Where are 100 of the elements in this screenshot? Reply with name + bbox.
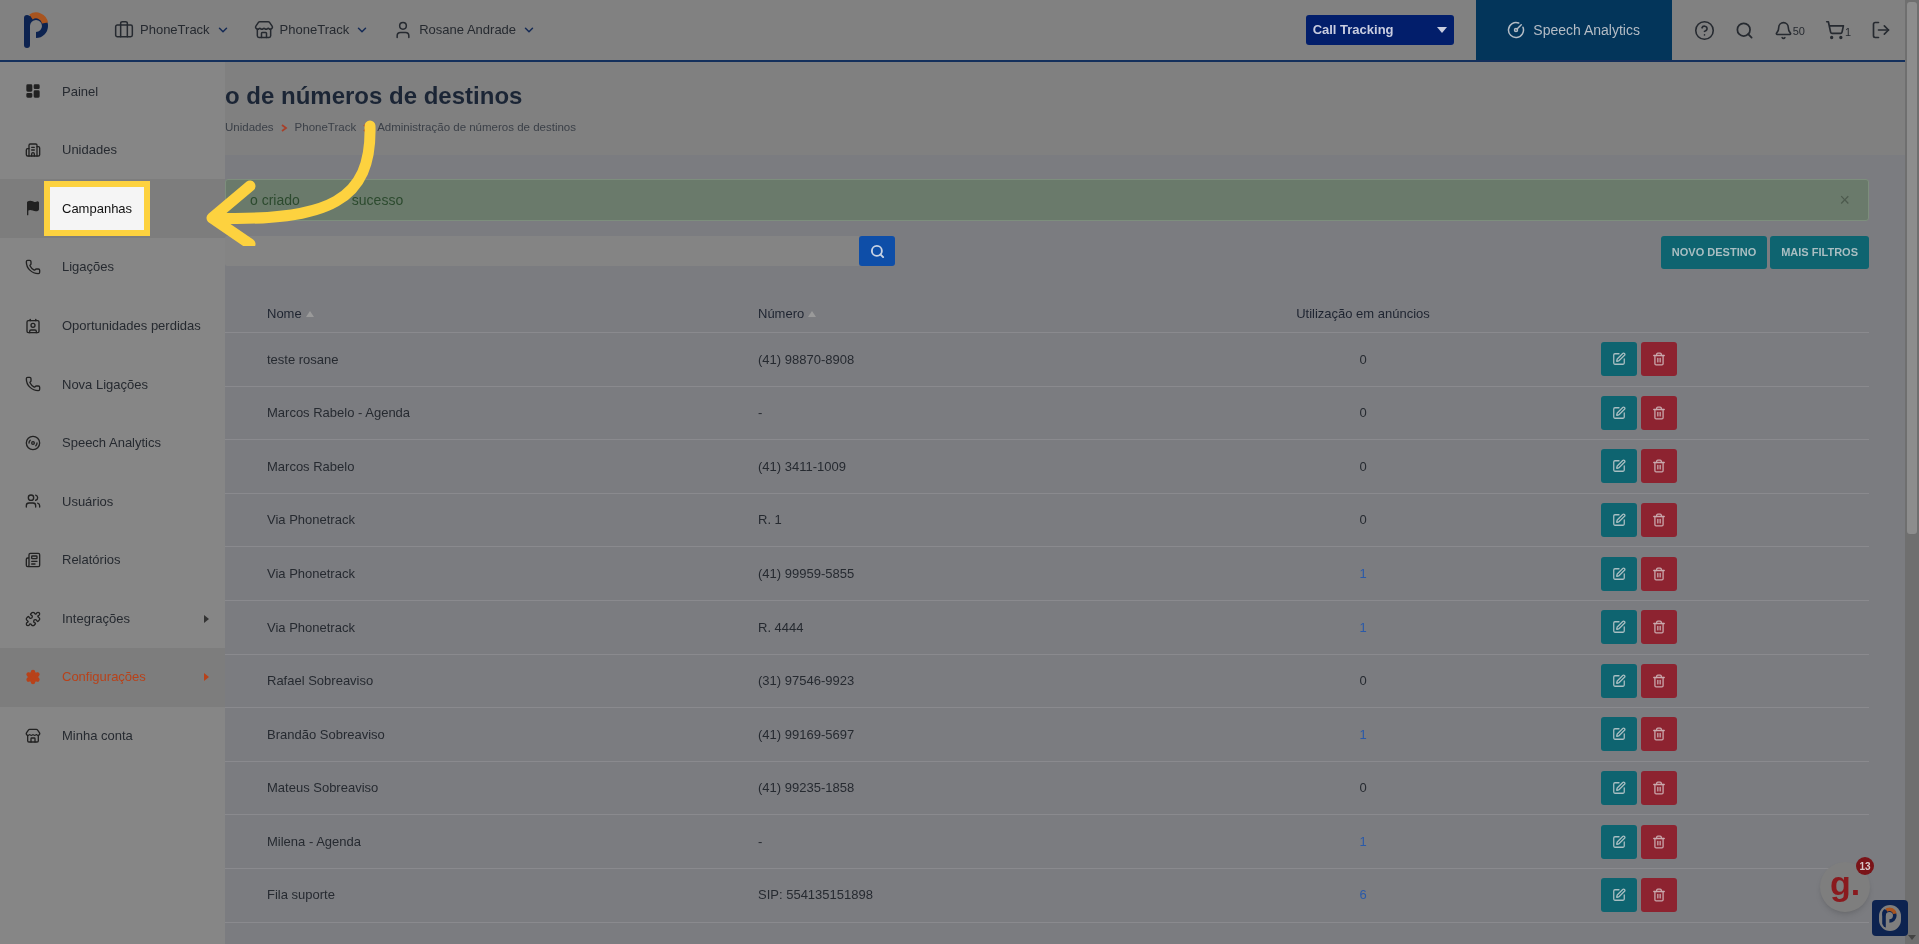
nav-dropdown[interactable]: Rosane Andrade — [393, 20, 537, 40]
nav-dropdown[interactable]: PhoneTrack — [114, 20, 230, 40]
table-cell-text: - — [758, 832, 764, 851]
search-field[interactable] — [225, 236, 859, 266]
column-header[interactable]: Nome — [225, 303, 758, 324]
product-select[interactable]: Call Tracking — [1305, 15, 1454, 45]
caret-icon — [1436, 27, 1447, 33]
edit-button[interactable] — [1601, 878, 1637, 913]
edit-button[interactable] — [1601, 610, 1637, 645]
pencil-icon — [1612, 566, 1626, 581]
pencil-icon — [1612, 513, 1626, 528]
trash-icon — [1652, 727, 1666, 742]
sidebar-item[interactable]: Minha conta — [0, 706, 225, 766]
pencil-icon — [1612, 834, 1626, 849]
trash-icon — [1652, 566, 1666, 581]
breadcrumb-link[interactable]: PhoneTrack — [294, 119, 357, 137]
delete-button[interactable] — [1641, 717, 1677, 752]
edit-button[interactable] — [1601, 395, 1637, 430]
action-button[interactable]: MAIS FILTROS — [1770, 236, 1869, 269]
table-cell-text: Via Phonetrack — [266, 618, 356, 637]
notifications-button[interactable]: 50 — [1773, 20, 1805, 40]
sidebar-item[interactable]: Ligações — [0, 237, 225, 297]
edit-button[interactable] — [1601, 663, 1637, 698]
gauge-icon — [1507, 21, 1526, 39]
breadcrumb-link[interactable]: Unidades — [225, 119, 274, 137]
notification-badge: 13 — [1856, 857, 1874, 875]
table-cell-text: 0 — [1359, 404, 1367, 423]
delete-button[interactable] — [1641, 663, 1677, 698]
caret-right-icon — [204, 673, 209, 682]
scrollbar-thumb[interactable] — [1907, 2, 1917, 534]
scroll-down-icon[interactable] — [1908, 935, 1916, 940]
edit-button[interactable] — [1601, 771, 1637, 806]
edit-button[interactable] — [1601, 503, 1637, 538]
puzzle-icon — [25, 610, 41, 627]
search-button[interactable] — [859, 236, 895, 266]
cart-icon — [1824, 20, 1845, 40]
edit-button[interactable] — [1601, 824, 1637, 859]
sidebar-item[interactable]: Integrações — [0, 589, 225, 648]
action-button[interactable]: NOVO DESTINO — [1660, 236, 1768, 269]
search-button[interactable] — [1734, 20, 1754, 40]
flag-icon — [25, 200, 41, 217]
phone-icon — [25, 259, 41, 276]
search-icon — [869, 243, 885, 259]
edit-button[interactable] — [1601, 342, 1637, 377]
chevron-right-icon — [280, 123, 288, 132]
trash-icon — [1652, 834, 1666, 849]
trash-icon — [1652, 781, 1666, 796]
sidebar-item[interactable]: Oportunidades perdidas — [0, 296, 225, 355]
edit-button[interactable] — [1601, 717, 1637, 752]
logout-button[interactable] — [1871, 20, 1891, 40]
column-header[interactable]: Número — [758, 303, 1158, 324]
pencil-icon — [1612, 405, 1626, 420]
table-cell-text: 0 — [1359, 511, 1367, 530]
delete-button[interactable] — [1641, 610, 1677, 645]
speech-analytics-button[interactable]: Speech Analytics — [1475, 0, 1672, 60]
edit-button[interactable] — [1601, 449, 1637, 484]
help-icon — [1693, 19, 1715, 41]
table-cell-text: Via Phonetrack — [266, 511, 356, 530]
cart-button[interactable]: 1 — [1824, 20, 1851, 40]
sidebar-item[interactable]: Usuários — [0, 472, 225, 531]
help-button[interactable] — [1693, 19, 1715, 41]
sidebar-item[interactable]: Painel — [0, 62, 225, 121]
building-icon — [25, 141, 41, 158]
sidebar-item[interactable]: Relatórios — [0, 530, 225, 590]
bell-icon — [1773, 20, 1793, 40]
delete-button[interactable] — [1641, 771, 1677, 806]
sidebar-item[interactable]: Unidades — [0, 120, 225, 180]
edit-button[interactable] — [1601, 556, 1637, 591]
store-icon — [253, 20, 274, 40]
delete-button[interactable] — [1641, 342, 1677, 377]
sidebar-item[interactable]: Speech Analytics — [0, 413, 225, 473]
newspaper-icon — [25, 552, 41, 569]
delete-button[interactable] — [1641, 395, 1677, 430]
table-cell-text: R. 4444 — [758, 618, 805, 637]
pencil-icon — [1612, 459, 1626, 474]
delete-button[interactable] — [1641, 556, 1677, 591]
alert-text: o criado — [250, 190, 300, 210]
column-header[interactable]: Utilização em anúncios — [1158, 303, 1568, 324]
delete-button[interactable] — [1641, 503, 1677, 538]
table-cell-text: 0 — [1359, 672, 1367, 691]
pencil-icon — [1612, 620, 1626, 635]
delete-button[interactable] — [1641, 824, 1677, 859]
delete-button[interactable] — [1641, 878, 1677, 913]
delete-button[interactable] — [1641, 449, 1677, 484]
table-cell-text: Fila suporte — [266, 886, 336, 905]
breadcrumb-link[interactable]: Administração de números de destinos — [377, 119, 576, 137]
sort-icon — [808, 310, 817, 317]
nav-dropdown[interactable]: PhoneTrack — [253, 20, 370, 40]
trash-icon — [1652, 620, 1666, 635]
table-cell-text: 0 — [1359, 350, 1367, 369]
sidebar-item[interactable]: Campanhas — [0, 179, 225, 238]
sidebar-item[interactable]: Nova Ligações — [0, 354, 225, 414]
alert-text: sucesso — [351, 190, 404, 210]
table-cell-text: Mateus Sobreaviso — [266, 779, 380, 798]
table-cell-text: teste rosane — [266, 350, 340, 369]
table-cell-text: (41) 3411-1009 — [758, 457, 847, 476]
app-launcher[interactable] — [1872, 900, 1908, 936]
table-cell-text: 0 — [1359, 457, 1367, 476]
trash-icon — [1652, 352, 1666, 367]
table-cell-text: Brandão Sobreaviso — [266, 725, 386, 744]
